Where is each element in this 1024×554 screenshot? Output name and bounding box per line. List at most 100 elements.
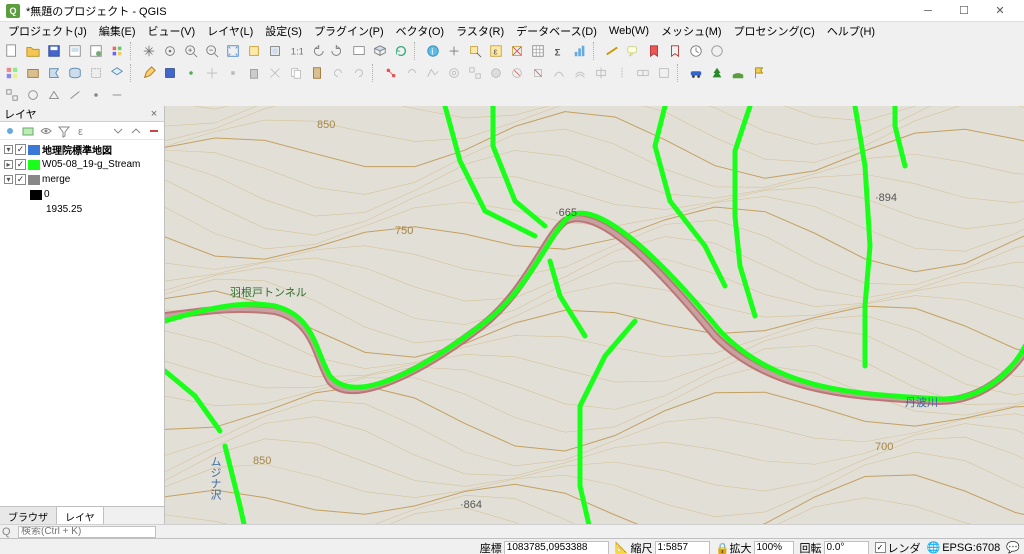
- style-manager-button[interactable]: [107, 41, 127, 61]
- delete-part-button[interactable]: [528, 63, 548, 83]
- menu-item[interactable]: プロジェクト(J): [2, 21, 93, 41]
- add-part-button[interactable]: [465, 63, 485, 83]
- messages-icon[interactable]: 💬: [1006, 541, 1020, 554]
- expand-toggle[interactable]: ▾: [4, 145, 13, 154]
- menu-item[interactable]: プラグイン(P): [308, 21, 390, 41]
- copy-features-button[interactable]: [286, 63, 306, 83]
- move-feature-button[interactable]: [202, 63, 222, 83]
- save-project-button[interactable]: [44, 41, 64, 61]
- fill-ring-button[interactable]: [486, 63, 506, 83]
- simplify-button[interactable]: [423, 63, 443, 83]
- lock-icon[interactable]: 🔒: [716, 542, 728, 554]
- minimize-button[interactable]: ─: [910, 1, 946, 21]
- search-input[interactable]: [18, 526, 156, 538]
- select-features-button[interactable]: [465, 41, 485, 61]
- collapse-all-icon[interactable]: [128, 123, 144, 139]
- menu-item[interactable]: 設定(S): [259, 21, 308, 41]
- toggle-editing-button[interactable]: [139, 63, 159, 83]
- menu-item[interactable]: ヘルプ(H): [821, 21, 881, 41]
- zoom-next-button[interactable]: [328, 41, 348, 61]
- visibility-checkbox[interactable]: ✓: [15, 159, 26, 170]
- temporal-button[interactable]: [686, 41, 706, 61]
- merge-attrs-button[interactable]: [654, 63, 674, 83]
- filter-legend-icon[interactable]: [56, 123, 72, 139]
- field-calculator-button[interactable]: Σ: [549, 41, 569, 61]
- tab-browser[interactable]: ブラウザ: [0, 507, 57, 524]
- expand-all-icon[interactable]: [110, 123, 126, 139]
- remove-layer-icon[interactable]: [146, 123, 162, 139]
- visibility-checkbox[interactable]: ✓: [15, 144, 26, 155]
- zoom-last-button[interactable]: [307, 41, 327, 61]
- zoom-to-selection-button[interactable]: [244, 41, 264, 61]
- plugin-field-icon[interactable]: [728, 63, 748, 83]
- measure-line-button[interactable]: [602, 41, 622, 61]
- data-source-manager-button[interactable]: [2, 63, 22, 83]
- cut-features-button[interactable]: [265, 63, 285, 83]
- map-canvas[interactable]: ·665·894·864850750700850羽根戸トンネル丹波川ムジナ沢: [165, 106, 1024, 524]
- merge-features-button[interactable]: [633, 63, 653, 83]
- plugin-car-icon[interactable]: [686, 63, 706, 83]
- paste-features-button[interactable]: [307, 63, 327, 83]
- add-group-icon[interactable]: [20, 123, 36, 139]
- add-ring-button[interactable]: [444, 63, 464, 83]
- manage-visibility-icon[interactable]: [38, 123, 54, 139]
- menu-item[interactable]: Web(W): [603, 23, 655, 39]
- magnifier-input[interactable]: [754, 541, 794, 554]
- rotation-input[interactable]: [824, 541, 869, 554]
- maximize-button[interactable]: ☐: [946, 1, 982, 21]
- save-edits-button[interactable]: [160, 63, 180, 83]
- menu-item[interactable]: レイヤ(L): [201, 21, 259, 41]
- digitize-toolbar-button[interactable]: [381, 63, 401, 83]
- close-button[interactable]: ✕: [982, 1, 1018, 21]
- pan-button[interactable]: [139, 41, 159, 61]
- zoom-in-button[interactable]: [181, 41, 201, 61]
- zoom-to-layer-button[interactable]: [265, 41, 285, 61]
- menu-item[interactable]: メッシュ(M): [655, 21, 728, 41]
- expand-toggle[interactable]: ▾: [4, 175, 13, 184]
- map-tips-button[interactable]: [623, 41, 643, 61]
- new-geopackage-button[interactable]: [23, 63, 43, 83]
- menu-item[interactable]: ベクタ(O): [390, 21, 450, 41]
- layer-row[interactable]: 1935.25: [2, 202, 162, 217]
- reshape-button[interactable]: [549, 63, 569, 83]
- statistics-button[interactable]: [570, 41, 590, 61]
- delete-ring-button[interactable]: [507, 63, 527, 83]
- select-by-value-button[interactable]: ε: [486, 41, 506, 61]
- add-feature-button[interactable]: [181, 63, 201, 83]
- rotate-feature-button[interactable]: [402, 63, 422, 83]
- undo-button[interactable]: [328, 63, 348, 83]
- layer-row[interactable]: ▸✓W05-08_19-g_Stream: [2, 157, 162, 172]
- plugin-tree-icon[interactable]: [707, 63, 727, 83]
- action-button[interactable]: [444, 41, 464, 61]
- crs-label[interactable]: EPSG:6708: [942, 542, 1000, 554]
- snapping-poly-button[interactable]: [44, 85, 64, 105]
- split-parts-button[interactable]: [612, 63, 632, 83]
- snapping-vertex-button[interactable]: [86, 85, 106, 105]
- new-virtual-layer-button[interactable]: [107, 63, 127, 83]
- offset-curve-button[interactable]: [570, 63, 590, 83]
- new-project-button[interactable]: [2, 41, 22, 61]
- show-bookmarks-button[interactable]: [665, 41, 685, 61]
- close-panel-icon[interactable]: ×: [148, 108, 160, 120]
- snapping-ring-button[interactable]: [23, 85, 43, 105]
- expression-filter-icon[interactable]: ε: [74, 123, 90, 139]
- deselect-button[interactable]: [507, 41, 527, 61]
- menu-item[interactable]: ラスタ(R): [450, 21, 510, 41]
- no-action-button[interactable]: [707, 41, 727, 61]
- snapping-line-button[interactable]: [65, 85, 85, 105]
- new-3d-view-button[interactable]: [370, 41, 390, 61]
- redo-button[interactable]: [349, 63, 369, 83]
- new-bookmark-button[interactable]: [644, 41, 664, 61]
- expand-toggle[interactable]: ▸: [4, 160, 13, 169]
- layer-row[interactable]: ▾✓merge: [2, 172, 162, 187]
- identify-button[interactable]: i: [423, 41, 443, 61]
- coord-input[interactable]: [504, 541, 609, 554]
- layer-style-icon[interactable]: [2, 123, 18, 139]
- new-map-view-button[interactable]: [349, 41, 369, 61]
- split-features-button[interactable]: [591, 63, 611, 83]
- extents-icon[interactable]: 📐: [615, 541, 629, 554]
- menu-item[interactable]: プロセシング(C): [728, 21, 821, 41]
- open-project-button[interactable]: [23, 41, 43, 61]
- render-checkbox[interactable]: ✓: [875, 542, 886, 553]
- zoom-native-button[interactable]: 1:1: [286, 41, 306, 61]
